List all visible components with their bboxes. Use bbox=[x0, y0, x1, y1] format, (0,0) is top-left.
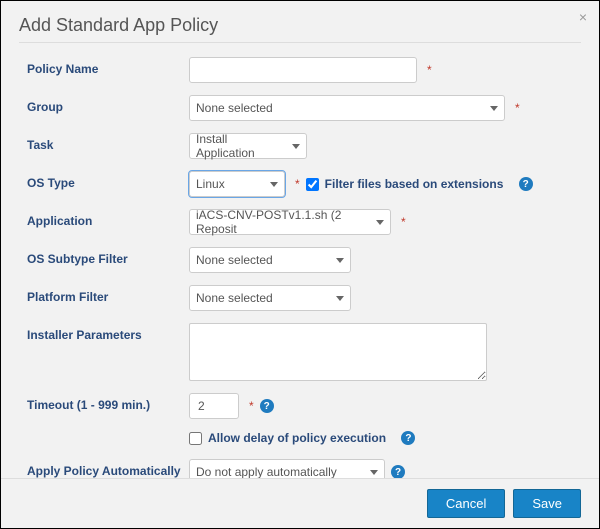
label-os-type: OS Type bbox=[27, 171, 189, 190]
required-marker: * bbox=[401, 215, 406, 229]
group-select-value: None selected bbox=[196, 101, 273, 115]
help-icon[interactable]: ? bbox=[519, 177, 533, 191]
label-os-subtype: OS Subtype Filter bbox=[27, 247, 189, 266]
chevron-down-icon bbox=[336, 296, 344, 301]
label-platform: Platform Filter bbox=[27, 285, 189, 304]
help-icon[interactable]: ? bbox=[401, 431, 415, 445]
timeout-input[interactable] bbox=[189, 393, 239, 419]
allow-delay-label: Allow delay of policy execution bbox=[208, 431, 386, 445]
required-marker: * bbox=[515, 101, 520, 115]
row-policy-name: Policy Name * bbox=[27, 57, 581, 83]
close-icon[interactable]: × bbox=[579, 9, 587, 25]
help-icon[interactable]: ? bbox=[260, 399, 274, 413]
allow-delay-checkbox[interactable] bbox=[189, 432, 202, 445]
filter-ext-label: Filter files based on extensions bbox=[325, 177, 504, 191]
cancel-button[interactable]: Cancel bbox=[427, 489, 505, 518]
row-os-type: OS Type Linux * Filter files based on ex… bbox=[27, 171, 581, 197]
row-installer-params: Installer Parameters bbox=[27, 323, 581, 381]
save-button[interactable]: Save bbox=[513, 489, 581, 518]
label-apply-auto: Apply Policy Automatically bbox=[27, 459, 189, 478]
label-group: Group bbox=[27, 95, 189, 114]
group-select[interactable]: None selected bbox=[189, 95, 505, 121]
chevron-down-icon bbox=[370, 470, 378, 475]
row-platform: Platform Filter None selected bbox=[27, 285, 581, 311]
task-select[interactable]: Install Application bbox=[189, 133, 307, 159]
task-select-value: Install Application bbox=[196, 132, 284, 160]
chevron-down-icon bbox=[270, 182, 278, 187]
row-timeout: Timeout (1 - 999 min.) * ? bbox=[27, 393, 581, 419]
row-application: Application iACS-CNV-POSTv1.1.sh (2 Repo… bbox=[27, 209, 581, 235]
label-application: Application bbox=[27, 209, 189, 228]
installer-params-textarea[interactable] bbox=[189, 323, 487, 381]
os-type-select-value: Linux bbox=[196, 177, 225, 191]
label-installer-params: Installer Parameters bbox=[27, 323, 189, 342]
os-subtype-select[interactable]: None selected bbox=[189, 247, 351, 273]
os-type-select[interactable]: Linux bbox=[189, 171, 285, 197]
filter-ext-checkbox[interactable] bbox=[306, 178, 319, 191]
platform-select[interactable]: None selected bbox=[189, 285, 351, 311]
required-marker: * bbox=[295, 177, 300, 191]
chevron-down-icon bbox=[336, 258, 344, 263]
row-group: Group None selected * bbox=[27, 95, 581, 121]
help-icon[interactable]: ? bbox=[391, 465, 405, 479]
application-select[interactable]: iACS-CNV-POSTv1.1.sh (2 Reposit bbox=[189, 209, 391, 235]
dialog: × Add Standard App Policy Policy Name * … bbox=[1, 1, 599, 528]
apply-auto-select-value: Do not apply automatically bbox=[196, 465, 337, 479]
platform-select-value: None selected bbox=[196, 291, 273, 305]
chevron-down-icon bbox=[376, 220, 384, 225]
os-subtype-select-value: None selected bbox=[196, 253, 273, 267]
row-task: Task Install Application bbox=[27, 133, 581, 159]
spacer bbox=[27, 431, 189, 436]
chevron-down-icon bbox=[490, 106, 498, 111]
row-allow-delay: Allow delay of policy execution ? bbox=[27, 431, 581, 445]
dialog-title: Add Standard App Policy bbox=[19, 15, 581, 36]
label-timeout: Timeout (1 - 999 min.) bbox=[27, 393, 189, 412]
required-marker: * bbox=[249, 399, 254, 413]
label-task: Task bbox=[27, 133, 189, 152]
row-os-subtype: OS Subtype Filter None selected bbox=[27, 247, 581, 273]
chevron-down-icon bbox=[292, 144, 300, 149]
application-select-value: iACS-CNV-POSTv1.1.sh (2 Reposit bbox=[196, 208, 368, 236]
divider bbox=[19, 42, 581, 43]
form: Policy Name * Group None selected * Task… bbox=[19, 57, 581, 485]
label-policy-name: Policy Name bbox=[27, 57, 189, 76]
policy-name-input[interactable] bbox=[189, 57, 417, 83]
dialog-footer: Cancel Save bbox=[1, 478, 599, 528]
required-marker: * bbox=[427, 63, 432, 77]
